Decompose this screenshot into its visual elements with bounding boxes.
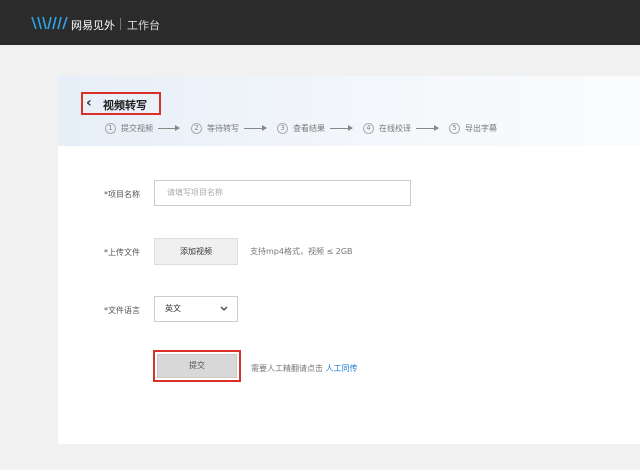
brand-name[interactable]: 网易见外 bbox=[71, 17, 115, 33]
project-name-label: *项目名称 bbox=[104, 190, 140, 199]
add-video-button[interactable]: 添加视频 bbox=[154, 238, 238, 265]
workspace-link[interactable]: 工作台 bbox=[127, 17, 160, 33]
step-number: 5 bbox=[449, 123, 460, 134]
step-2: 2 等待转写 bbox=[191, 123, 239, 134]
language-select[interactable]: 英文 bbox=[154, 296, 238, 322]
note-text: 需要人工精翻请点击 bbox=[251, 364, 323, 373]
step-arrow-icon bbox=[330, 125, 353, 131]
main-card: ‹ 视频转写 1 提交视频 2 等待转写 3 查看结果 4 在线校译 5 导出字… bbox=[58, 76, 640, 444]
file-language-label: *文件语言 bbox=[104, 306, 140, 315]
step-5: 5 导出字幕 bbox=[449, 123, 497, 134]
manual-translation-note: 需要人工精翻请点击 人工同传 bbox=[251, 363, 358, 374]
step-3: 3 查看结果 bbox=[277, 123, 325, 134]
step-label: 提交视频 bbox=[121, 124, 153, 133]
manual-interpretation-link[interactable]: 人工同传 bbox=[326, 364, 358, 373]
submit-button[interactable]: 提交 bbox=[157, 354, 237, 378]
step-number: 2 bbox=[191, 123, 202, 134]
step-number: 4 bbox=[363, 123, 374, 134]
step-label: 在线校译 bbox=[379, 124, 411, 133]
step-number: 3 bbox=[277, 123, 288, 134]
step-1: 1 提交视频 bbox=[105, 123, 153, 134]
upload-file-label: *上传文件 bbox=[104, 248, 140, 257]
step-4: 4 在线校译 bbox=[363, 123, 411, 134]
upload-hint: 支持mp4格式，视频 ≤ 2GB bbox=[250, 247, 353, 256]
step-arrow-icon bbox=[416, 125, 439, 131]
step-arrow-icon bbox=[158, 125, 180, 131]
step-label: 导出字幕 bbox=[465, 124, 497, 133]
page-title: 视频转写 bbox=[103, 99, 147, 112]
language-value: 英文 bbox=[165, 304, 181, 313]
chevron-down-icon bbox=[220, 306, 228, 311]
waveform-logo-icon bbox=[31, 16, 68, 30]
step-arrow-icon bbox=[244, 125, 267, 131]
top-bar: 网易见外 工作台 bbox=[0, 0, 640, 45]
step-label: 等待转写 bbox=[207, 124, 239, 133]
project-name-input[interactable]: 请填写项目名称 bbox=[154, 180, 411, 206]
header-divider bbox=[120, 18, 121, 30]
step-label: 查看结果 bbox=[293, 124, 325, 133]
chevron-left-icon[interactable]: ‹ bbox=[86, 95, 92, 111]
step-number: 1 bbox=[105, 123, 116, 134]
